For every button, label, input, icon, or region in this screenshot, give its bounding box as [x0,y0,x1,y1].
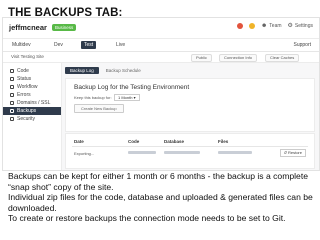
sidebar-item-label: Domains / SSL [17,100,51,106]
tab-test[interactable]: Test [81,41,97,49]
files-archive-bar [218,151,252,154]
create-backup-button[interactable]: Create New Backup [74,104,124,113]
restore-icon: ↺ [283,150,287,155]
status-icon [10,77,14,81]
workflow-icon [10,85,14,89]
chevron-down-icon: ▾ [133,95,136,100]
header-divider [72,146,308,147]
tab-live[interactable]: Live [113,41,128,49]
row-date: Exporting... [74,151,95,156]
sidebar-item-label: Errors [17,92,31,98]
backup-subtabs: Backup Log Backup Schedule [65,67,315,74]
sidebar-item-label: Backups [17,108,37,114]
brand-name[interactable]: jeffmcnear [9,23,47,32]
backup-log-card: Backup Log for the Testing Environment K… [65,78,315,132]
sidebar-item-label: Status [17,76,32,82]
sidebar-item-backups[interactable]: Backups [3,107,61,115]
sidebar-item-status[interactable]: Status [3,75,61,83]
database-archive-bar [164,151,200,154]
keep-backup-label: Keep this backup for: [74,95,112,100]
sidebar-item-label: Code [17,68,29,74]
restore-button[interactable]: ↺ Restore [279,149,306,157]
caption-line: Backups can be kept for either 1 month o… [8,171,308,192]
sidebar-item-label: Security [17,116,36,122]
errors-icon [10,93,14,97]
column-header-files: Files [218,139,229,144]
public-pill[interactable]: Public [191,54,212,62]
settings-label: Settings [294,22,313,29]
sidebar-item-label: Workflow [17,84,38,90]
sidebar-item-workflow[interactable]: Workflow [3,83,61,91]
clear-caches-button[interactable]: Clear Caches [265,54,300,62]
code-archive-bar [128,151,156,154]
keep-duration-select[interactable]: 1 Month ▾ [114,94,140,101]
team-menu[interactable]: ☻ Team [261,23,282,29]
visit-site-link[interactable]: Visit Testing Site [11,54,44,60]
sidebar-item-errors[interactable]: Errors [3,91,61,99]
support-link[interactable]: Support [293,41,311,49]
caption-line: Individual zip files for the code, datab… [8,192,313,213]
sidebar-item-domains[interactable]: Domains / SSL [3,99,61,107]
column-header-date: Date [74,139,84,144]
tab-multidev[interactable]: Multidev [9,41,34,49]
plan-badge: Business [52,24,77,31]
caption: Backups can be kept for either 1 month o… [8,171,314,224]
column-header-code: Code [128,139,140,144]
lock-icon [10,117,14,121]
team-icon: ☻ [260,22,268,29]
gear-icon: ⚙ [287,23,293,29]
connection-info-button[interactable]: Connection Info [219,54,258,62]
settings-menu[interactable]: ⚙ Settings [287,22,313,30]
dashboard-screenshot: jeffmcnear Business ☻ Team ⚙ Settings Mult… [2,17,320,171]
sidebar-item-code[interactable]: Code [3,67,61,75]
tab-dev[interactable]: Dev [51,41,66,49]
backup-log-title: Backup Log for the Testing Environment [74,84,190,91]
backup-icon [10,109,14,113]
site-bar: Visit Testing Site Public Connection Inf… [3,52,319,63]
column-header-database: Database [164,139,185,144]
backups-panel: Backup Log Backup Schedule Backup Log fo… [65,67,315,169]
sidebar: Code Status Workflow Errors Domains / SS… [3,63,62,170]
top-icons: ☻ Team ⚙ Settings [236,22,313,30]
notice-dot-icon[interactable] [248,22,255,29]
globe-icon [10,101,14,105]
backups-table: Date Code Database Files Exporting... ↺ … [65,133,315,169]
restore-label: Restore [287,150,302,155]
tab-backup-schedule[interactable]: Backup Schedule [101,67,146,74]
environment-tabs: Multidev Dev Test Live Support [3,39,319,52]
alert-dot-icon[interactable] [236,22,243,29]
tab-backup-log[interactable]: Backup Log [65,67,99,74]
top-bar: jeffmcnear Business ☻ Team ⚙ Settings [3,18,319,39]
sidebar-item-security[interactable]: Security [3,115,61,123]
team-label: Team [269,22,282,29]
code-icon [10,69,14,73]
keep-duration-value: 1 Month [118,95,133,100]
caption-line: To create or restore backups the connect… [8,213,286,223]
